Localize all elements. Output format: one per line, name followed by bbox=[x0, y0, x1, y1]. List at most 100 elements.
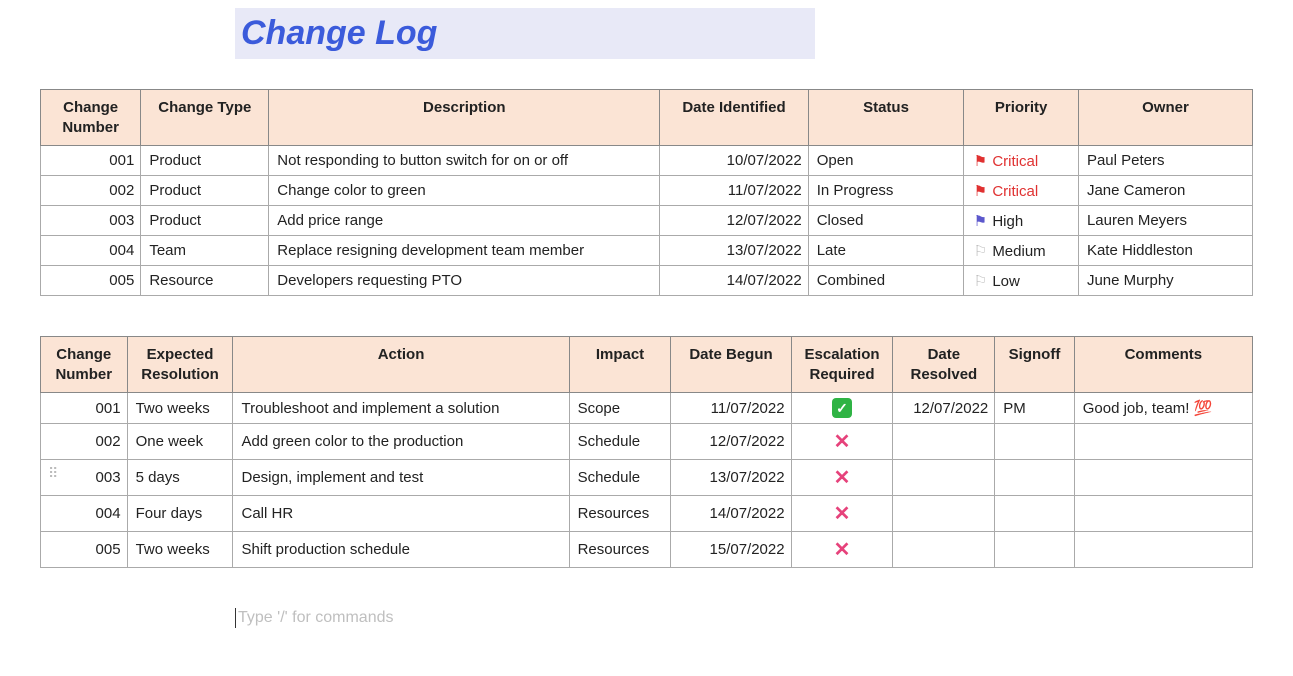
cell-action[interactable]: Troubleshoot and implement a solution bbox=[233, 393, 569, 424]
cell-date-identified[interactable]: 14/07/2022 bbox=[660, 266, 808, 296]
cell-owner[interactable]: Paul Peters bbox=[1078, 146, 1252, 176]
cell-change-number[interactable]: 004 bbox=[41, 496, 128, 532]
cell-action[interactable]: Call HR bbox=[233, 496, 569, 532]
table-row[interactable]: 003ProductAdd price range12/07/2022Close… bbox=[41, 206, 1253, 236]
cell-comments[interactable]: Good job, team! 💯 bbox=[1074, 393, 1252, 424]
cell-escalation[interactable]: ✓ bbox=[791, 393, 893, 424]
cell-signoff[interactable] bbox=[995, 424, 1074, 460]
cell-status[interactable]: Late bbox=[808, 236, 964, 266]
cell-description[interactable]: Not responding to button switch for on o… bbox=[269, 146, 660, 176]
slash-command-hint[interactable]: Type '/' for commands bbox=[235, 608, 1253, 628]
cell-action[interactable]: Design, implement and test bbox=[233, 460, 569, 496]
cell-description[interactable]: Add price range bbox=[269, 206, 660, 236]
table-row[interactable]: 001ProductNot responding to button switc… bbox=[41, 146, 1253, 176]
cell-escalation[interactable]: ✕ bbox=[791, 424, 893, 460]
cell-impact[interactable]: Schedule bbox=[569, 424, 671, 460]
cell-date-begun[interactable]: 15/07/2022 bbox=[671, 532, 791, 568]
cell-signoff[interactable] bbox=[995, 532, 1074, 568]
cell-comments[interactable] bbox=[1074, 460, 1252, 496]
cell-change-type[interactable]: Team bbox=[141, 236, 269, 266]
x-icon: ✕ bbox=[834, 467, 851, 489]
cell-expected-resolution[interactable]: Two weeks bbox=[127, 393, 233, 424]
cell-impact[interactable]: Schedule bbox=[569, 460, 671, 496]
cell-change-type[interactable]: Product bbox=[141, 146, 269, 176]
cell-action[interactable]: Shift production schedule bbox=[233, 532, 569, 568]
flag-icon: ⚑ bbox=[972, 152, 988, 170]
th-description: Description bbox=[269, 90, 660, 146]
cell-signoff[interactable] bbox=[995, 460, 1074, 496]
cell-date-resolved[interactable] bbox=[893, 532, 995, 568]
cell-priority[interactable]: ⚑Critical bbox=[964, 176, 1079, 206]
cell-action[interactable]: Add green color to the production bbox=[233, 424, 569, 460]
cell-signoff[interactable]: PM bbox=[995, 393, 1074, 424]
cell-status[interactable]: Combined bbox=[808, 266, 964, 296]
cell-change-number[interactable]: 001 bbox=[41, 146, 141, 176]
cell-expected-resolution[interactable]: Four days bbox=[127, 496, 233, 532]
cell-impact[interactable]: Resources bbox=[569, 496, 671, 532]
cell-change-number[interactable]: 002 bbox=[41, 424, 128, 460]
table-row[interactable]: 005Two weeksShift production scheduleRes… bbox=[41, 532, 1253, 568]
cell-date-begun[interactable]: 11/07/2022 bbox=[671, 393, 791, 424]
cell-impact[interactable]: Scope bbox=[569, 393, 671, 424]
cell-date-begun[interactable]: 12/07/2022 bbox=[671, 424, 791, 460]
cell-description[interactable]: Change color to green bbox=[269, 176, 660, 206]
cell-comments[interactable] bbox=[1074, 424, 1252, 460]
cell-owner[interactable]: June Murphy bbox=[1078, 266, 1252, 296]
cell-impact[interactable]: Resources bbox=[569, 532, 671, 568]
cell-escalation[interactable]: ✕ bbox=[791, 496, 893, 532]
table-row[interactable]: 004Four daysCall HRResources14/07/2022 ✕ bbox=[41, 496, 1253, 532]
priority-label: Low bbox=[992, 273, 1020, 290]
flag-icon: ⚑ bbox=[972, 182, 988, 200]
table-row[interactable]: 002One weekAdd green color to the produc… bbox=[41, 424, 1253, 460]
table-row[interactable]: 002ProductChange color to green11/07/202… bbox=[41, 176, 1253, 206]
cell-change-number[interactable]: 005 bbox=[41, 532, 128, 568]
cell-escalation[interactable]: ✕ bbox=[791, 460, 893, 496]
cell-date-identified[interactable]: 11/07/2022 bbox=[660, 176, 808, 206]
table-row[interactable]: 005ResourceDevelopers requesting PTO14/0… bbox=[41, 266, 1253, 296]
cell-priority[interactable]: ⚑Critical bbox=[964, 146, 1079, 176]
cell-date-identified[interactable]: 10/07/2022 bbox=[660, 146, 808, 176]
cell-date-resolved[interactable] bbox=[893, 460, 995, 496]
cell-comments[interactable] bbox=[1074, 532, 1252, 568]
cell-change-type[interactable]: Resource bbox=[141, 266, 269, 296]
cell-date-begun[interactable]: 13/07/2022 bbox=[671, 460, 791, 496]
cell-owner[interactable]: Kate Hiddleston bbox=[1078, 236, 1252, 266]
cell-priority[interactable]: ⚐Low bbox=[964, 266, 1079, 296]
cell-priority[interactable]: ⚑High bbox=[964, 206, 1079, 236]
cell-date-resolved[interactable] bbox=[893, 496, 995, 532]
cell-expected-resolution[interactable]: One week bbox=[127, 424, 233, 460]
cell-change-type[interactable]: Product bbox=[141, 176, 269, 206]
table-row[interactable]: 0035 daysDesign, implement and testSched… bbox=[41, 460, 1253, 496]
cell-date-resolved[interactable]: 12/07/2022 bbox=[893, 393, 995, 424]
cell-change-number[interactable]: 001 bbox=[41, 393, 128, 424]
flag-icon: ⚑ bbox=[972, 212, 988, 230]
cell-signoff[interactable] bbox=[995, 496, 1074, 532]
cell-priority[interactable]: ⚐Medium bbox=[964, 236, 1079, 266]
cell-date-resolved[interactable] bbox=[893, 424, 995, 460]
cell-status[interactable]: Open bbox=[808, 146, 964, 176]
table-row[interactable]: 001Two weeksTroubleshoot and implement a… bbox=[41, 393, 1253, 424]
cell-owner[interactable]: Jane Cameron bbox=[1078, 176, 1252, 206]
cell-escalation[interactable]: ✕ bbox=[791, 532, 893, 568]
cell-expected-resolution[interactable]: Two weeks bbox=[127, 532, 233, 568]
priority-label: Critical bbox=[992, 153, 1038, 170]
cell-comments[interactable] bbox=[1074, 496, 1252, 532]
cell-status[interactable]: Closed bbox=[808, 206, 964, 236]
cell-date-begun[interactable]: 14/07/2022 bbox=[671, 496, 791, 532]
cell-change-type[interactable]: Product bbox=[141, 206, 269, 236]
cell-status[interactable]: In Progress bbox=[808, 176, 964, 206]
cell-change-number[interactable]: 002 bbox=[41, 176, 141, 206]
th-change-type: Change Type bbox=[141, 90, 269, 146]
cell-change-number[interactable]: 004 bbox=[41, 236, 141, 266]
cell-owner[interactable]: Lauren Meyers bbox=[1078, 206, 1252, 236]
block-drag-handle-icon[interactable]: ⠿ bbox=[48, 465, 58, 482]
cell-expected-resolution[interactable]: 5 days bbox=[127, 460, 233, 496]
cell-description[interactable]: Developers requesting PTO bbox=[269, 266, 660, 296]
x-icon: ✕ bbox=[834, 503, 851, 525]
table-row[interactable]: 004TeamReplace resigning development tea… bbox=[41, 236, 1253, 266]
cell-date-identified[interactable]: 12/07/2022 bbox=[660, 206, 808, 236]
cell-date-identified[interactable]: 13/07/2022 bbox=[660, 236, 808, 266]
cell-change-number[interactable]: 003 bbox=[41, 206, 141, 236]
cell-change-number[interactable]: 005 bbox=[41, 266, 141, 296]
cell-description[interactable]: Replace resigning development team membe… bbox=[269, 236, 660, 266]
